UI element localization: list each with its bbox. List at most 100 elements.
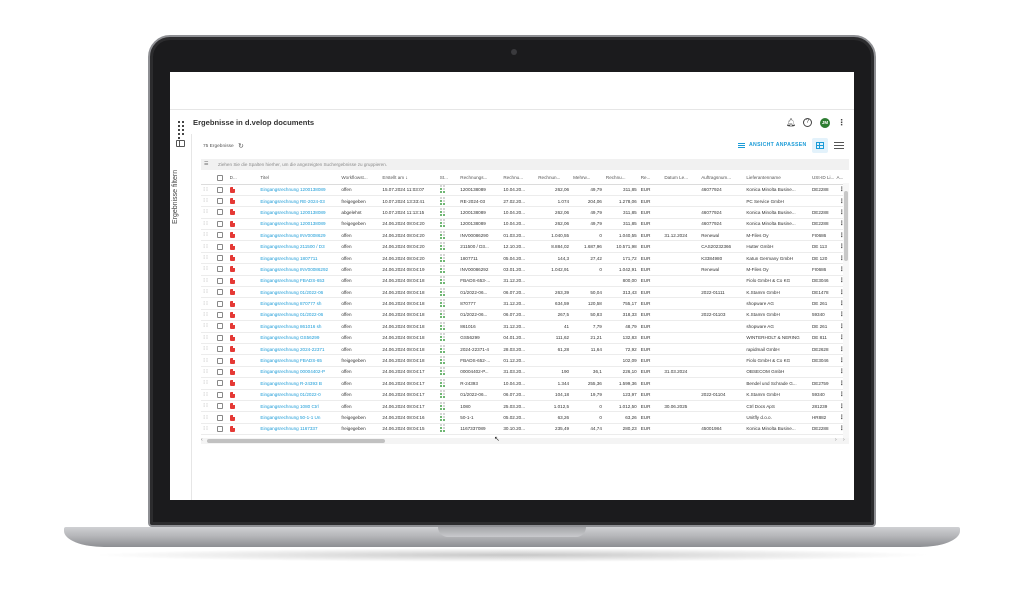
row-title[interactable]: Eingangsrechnung 2024-22371	[258, 343, 340, 356]
table-row[interactable]: ⠇⠇ Eingangsrechnung R-24393 Boffen 24.06.2…	[201, 377, 849, 390]
drag-handle-icon[interactable]: ⠇⠇	[201, 366, 216, 379]
row-select-cell[interactable]	[215, 366, 228, 379]
header-doc-type[interactable]: D...	[227, 172, 238, 185]
drag-handle-icon[interactable]: ⠇⠇	[201, 263, 216, 276]
table-row[interactable]: ⠇⠇ Eingangsrechnung 1200138089 offen 15.07.…	[201, 184, 849, 196]
row-checkbox[interactable]	[217, 243, 224, 250]
row-title[interactable]: Eingangsrechnung 870777 sh	[258, 297, 340, 310]
header-created[interactable]: Erstellt am ↓	[380, 172, 438, 185]
drag-handle-icon[interactable]: ⠇⠇	[201, 240, 216, 253]
table-row[interactable]: ⠇⠇ Eingangsrechnung 870777 sh offen 24.06.2…	[201, 297, 849, 310]
row-checkbox[interactable]	[217, 289, 224, 296]
row-checkbox[interactable]	[217, 425, 224, 432]
drag-handle-icon[interactable]: ⠇⠇	[201, 218, 216, 231]
vertical-scroll-thumb[interactable]	[844, 191, 848, 261]
row-title[interactable]: Eingangsrechnung 1200138089	[258, 184, 340, 196]
row-checkbox[interactable]	[217, 277, 224, 284]
row-title[interactable]: Eingangsrechnung FBADS-65	[258, 354, 340, 367]
row-select-cell[interactable]	[215, 423, 228, 436]
select-all-col[interactable]	[215, 172, 228, 185]
row-select-cell[interactable]	[215, 275, 228, 288]
row-select-cell[interactable]	[215, 206, 228, 219]
row-title[interactable]: Eingangsrechnung GS56299	[258, 332, 340, 344]
row-title[interactable]: Eingangsrechnung INV0008629	[258, 229, 340, 242]
row-title[interactable]: Eingangsrechnung 1167337	[258, 423, 340, 436]
row-select-cell[interactable]	[215, 343, 228, 356]
row-title[interactable]: Eingangsrechnung 1200138089	[258, 218, 340, 231]
list-view-icon[interactable]	[834, 142, 844, 150]
adjust-view-button[interactable]: ANSICHT ANPASSEN	[738, 142, 807, 148]
header-currency[interactable]: Re...	[638, 172, 663, 185]
drag-handle-icon[interactable]: ⠇⠇	[201, 411, 216, 424]
header-supplier[interactable]: Lieferantenname	[744, 172, 810, 185]
header-title[interactable]: Titel	[258, 172, 340, 185]
row-checkbox[interactable]	[217, 255, 224, 262]
row-select-cell[interactable]	[215, 218, 228, 231]
refresh-icon[interactable]: ↻	[238, 142, 244, 150]
row-title[interactable]: Eingangsrechnung 50-1-1 Un	[258, 411, 340, 424]
row-title[interactable]: Eingangsrechnung 01/2022-0	[258, 389, 340, 401]
header-delivery-date[interactable]: Datum Le...	[662, 172, 700, 185]
vertical-scrollbar[interactable]	[843, 183, 849, 438]
row-select-cell[interactable]	[215, 195, 228, 208]
drag-handle-icon[interactable]: ⠇⠇	[201, 343, 216, 356]
header-gross-amount[interactable]: Rechnu...	[603, 172, 639, 185]
table-row[interactable]: ⠇⠇ Eingangsrechnung 01/2022-06 offen 24.06.…	[201, 286, 849, 299]
table-row[interactable]: ⠇⠇ Eingangsrechnung 1200138089 freigegeben…	[201, 218, 849, 231]
row-checkbox[interactable]	[217, 311, 224, 318]
row-checkbox[interactable]	[217, 220, 224, 227]
table-row[interactable]: ⠇⠇ Eingangsrechnung FBADS-653 offen 24.06.2…	[201, 275, 849, 288]
row-select-cell[interactable]	[215, 309, 228, 322]
table-row[interactable]: ⠇⠇ Eingangsrechnung 01/2022-0 offen 24.06.2…	[201, 389, 849, 401]
horizontal-scroll-thumb[interactable]	[207, 439, 385, 443]
drag-handle-icon[interactable]: ⠇⠇	[201, 332, 216, 344]
select-all-checkbox[interactable]	[217, 174, 224, 181]
row-select-cell[interactable]	[215, 332, 228, 344]
row-select-cell[interactable]	[215, 411, 228, 424]
row-select-cell[interactable]	[215, 400, 228, 413]
drag-handle-icon[interactable]: ⠇⠇	[201, 320, 216, 333]
drag-handle-icon[interactable]: ⠇⠇	[201, 286, 216, 299]
row-checkbox[interactable]	[217, 209, 224, 216]
group-drop-zone[interactable]: ☰ Ziehen Sie die Spalten hierher, um die…	[201, 159, 849, 170]
row-checkbox[interactable]	[217, 380, 224, 387]
row-title[interactable]: Eingangsrechnung 1080 Ctrl	[258, 400, 340, 413]
row-title[interactable]: Eingangsrechnung 01/2022-06	[258, 286, 340, 299]
help-icon[interactable]: ?	[803, 118, 812, 127]
table-row[interactable]: ⠇⠇ Eingangsrechnung 1200138089 abgelehnt 10…	[201, 206, 849, 219]
header-status[interactable]: St...	[437, 172, 459, 185]
header-workflow-status[interactable]: Workflowst...	[339, 172, 381, 185]
row-checkbox[interactable]	[217, 300, 224, 307]
table-row[interactable]: ⠇⠇ Eingangsrechnung 211500 / D3 offen 24.06…	[201, 240, 849, 253]
drag-handle-icon[interactable]: ⠇⠇	[201, 275, 216, 288]
header-invoice-number[interactable]: Rechnungs...	[458, 172, 502, 185]
row-title[interactable]: Eingangsrechnung 861016 sh	[258, 320, 340, 333]
table-row[interactable]: ⠇⠇ Eingangsrechnung GS56299 offen 24.06.202…	[201, 332, 849, 344]
header-vat[interactable]: Mehrw...	[571, 172, 604, 185]
filter-results-toggle[interactable]: Ergebnisse filtern	[172, 144, 179, 224]
scroll-left-icon[interactable]: ‹	[201, 437, 203, 443]
row-checkbox[interactable]	[217, 323, 224, 330]
table-row[interactable]: ⠇⠇ Eingangsrechnung 50-1-1 Un freigegeben 2…	[201, 411, 849, 424]
drag-handle-icon[interactable]: ⠇⠇	[201, 309, 216, 322]
row-checkbox[interactable]	[217, 266, 224, 273]
row-select-cell[interactable]	[215, 389, 228, 401]
drag-handle-icon[interactable]: ⠇⠇	[201, 252, 216, 265]
row-select-cell[interactable]	[215, 229, 228, 242]
row-title[interactable]: Eingangsrechnung FBADS-653	[258, 275, 340, 288]
scroll-right-icon[interactable]: ›	[835, 437, 837, 443]
header-order-number[interactable]: Auftragsnum...	[699, 172, 745, 185]
avatar[interactable]: JM	[820, 118, 830, 128]
row-select-cell[interactable]	[215, 320, 228, 333]
drag-handle-icon[interactable]: ⠇⠇	[201, 400, 216, 413]
drag-handle-icon[interactable]: ⠇⠇	[201, 354, 216, 367]
row-select-cell[interactable]	[215, 286, 228, 299]
drag-handle-icon[interactable]: ⠇⠇	[201, 377, 216, 390]
row-title[interactable]: Eingangsrechnung 01/2022-06	[258, 309, 340, 322]
row-checkbox[interactable]	[217, 186, 224, 193]
table-row[interactable]: ⠇⠇ Eingangsrechnung 1080 Ctrl offen 24.06.2…	[201, 400, 849, 413]
row-checkbox[interactable]	[217, 414, 224, 421]
row-select-cell[interactable]	[215, 240, 228, 253]
more-vertical-icon[interactable]: ⋮	[837, 118, 846, 127]
drag-handle-icon[interactable]: ⠇⠇	[201, 297, 216, 310]
